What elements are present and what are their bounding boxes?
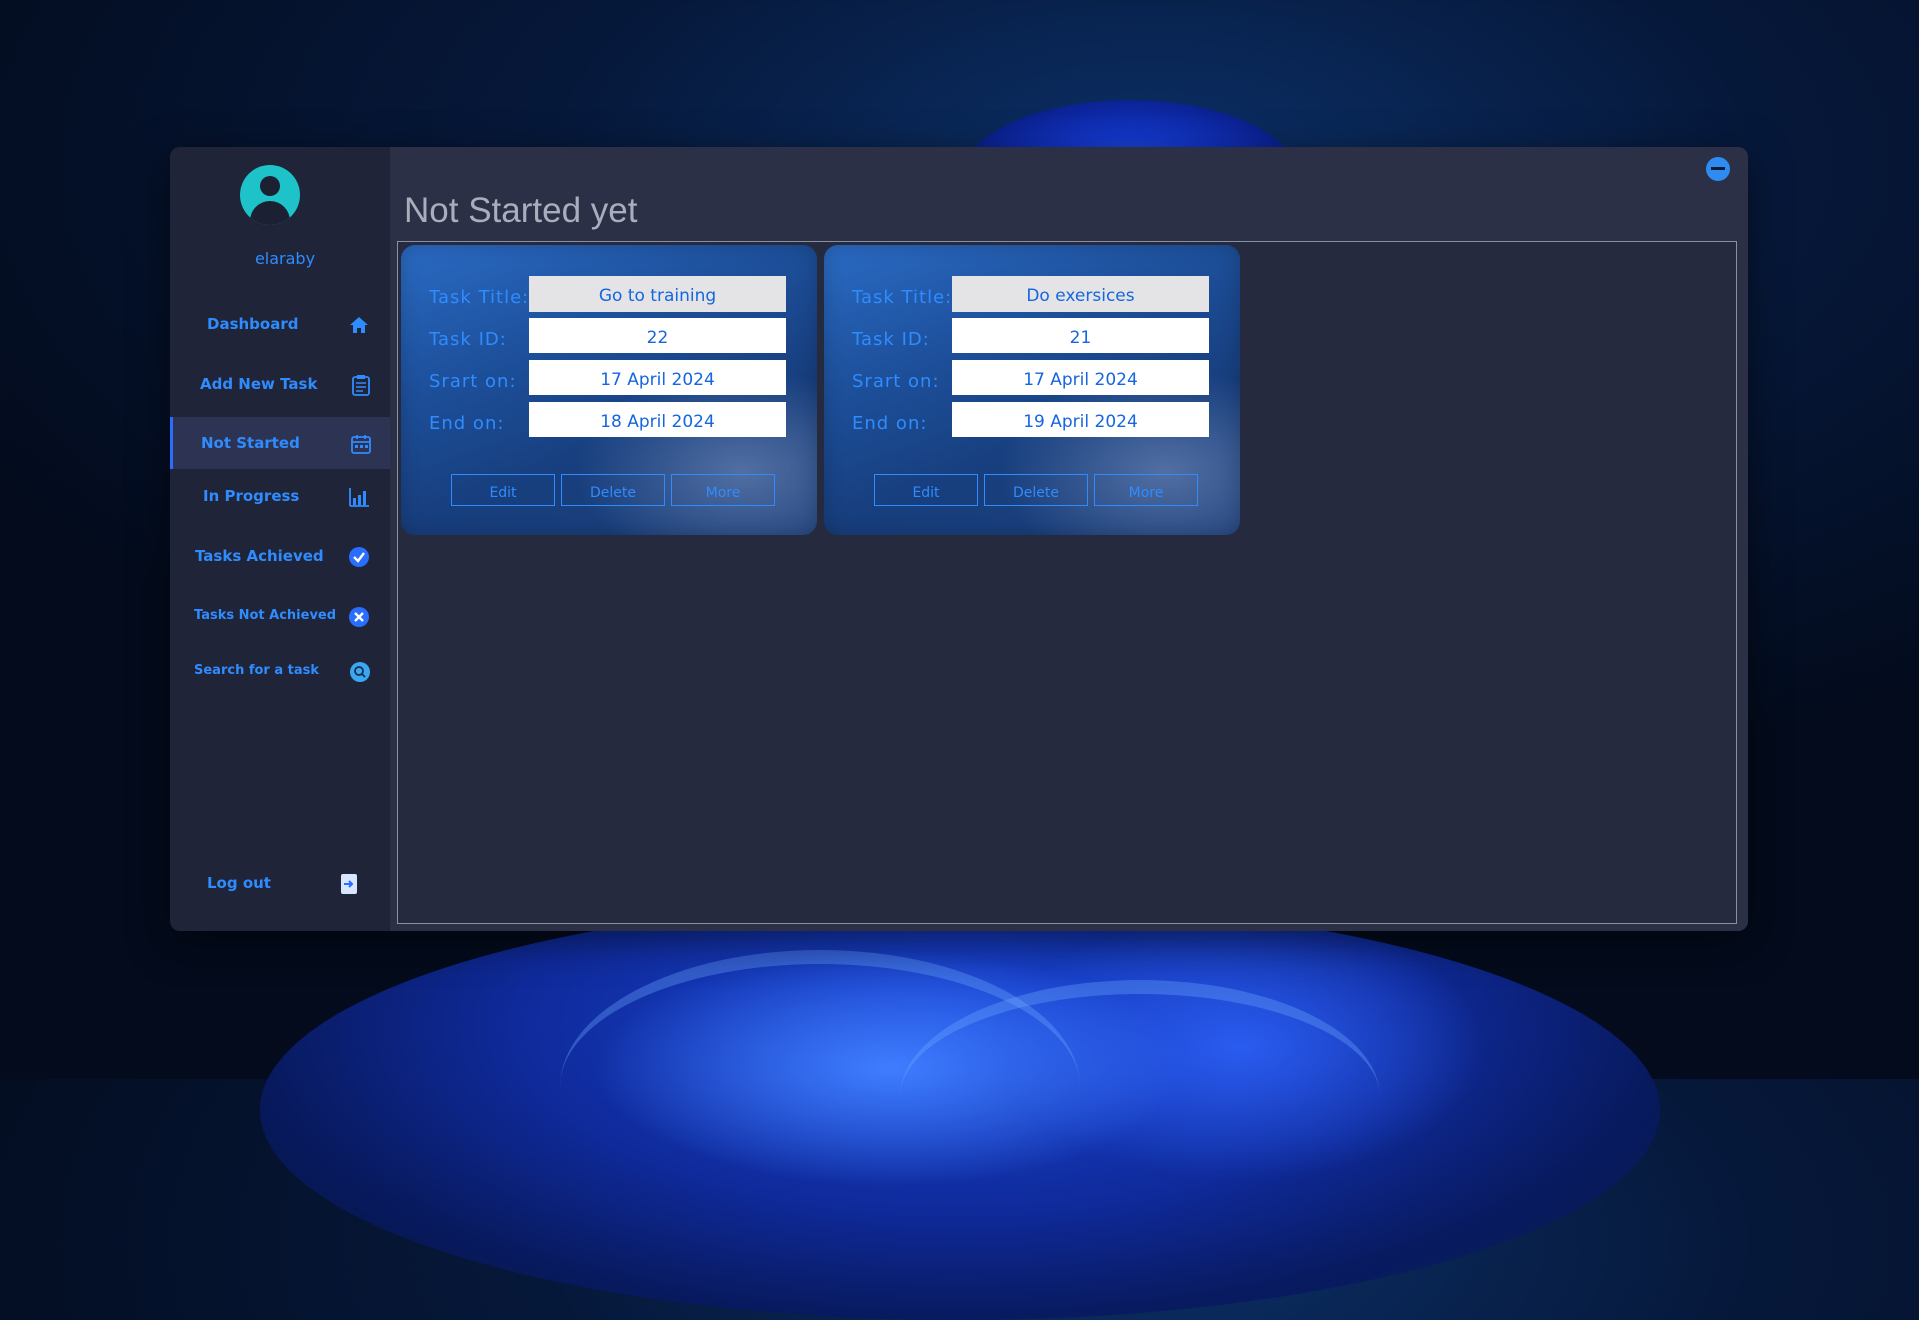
task-title-label: Task Title: bbox=[429, 287, 530, 308]
task-title-field: Go to training bbox=[529, 276, 786, 312]
wallpaper-bloom-bottom bbox=[260, 900, 1660, 1320]
avatar-head bbox=[260, 176, 280, 196]
sidebar-item-add-new-task[interactable]: Add New Task bbox=[170, 358, 390, 410]
task-end-field: 19 April 2024 bbox=[952, 402, 1209, 437]
check-circle-icon bbox=[349, 547, 369, 567]
task-start-field: 17 April 2024 bbox=[952, 360, 1209, 395]
sidebar-item-search-for-a-task[interactable]: Search for a task bbox=[170, 645, 390, 697]
sidebar-item-not-started[interactable]: Not Started bbox=[170, 417, 393, 469]
edit-button[interactable]: Edit bbox=[874, 474, 978, 506]
task-start-field: 17 April 2024 bbox=[529, 360, 786, 395]
logout-icon bbox=[341, 874, 357, 894]
task-start-label: Srart on: bbox=[852, 371, 940, 392]
avatar bbox=[240, 165, 300, 225]
sidebar-item-label: Tasks Not Achieved bbox=[194, 608, 337, 623]
sidebar-item-label: Add New Task bbox=[200, 375, 318, 393]
minimize-button[interactable] bbox=[1706, 157, 1730, 181]
sidebar-item-dashboard[interactable]: Dashboard bbox=[170, 298, 390, 350]
calendar-icon bbox=[351, 435, 371, 454]
delete-button[interactable]: Delete bbox=[984, 474, 1088, 506]
sidebar-item-label: Dashboard bbox=[207, 315, 299, 333]
sidebar-item-label: In Progress bbox=[203, 487, 300, 505]
clipboard-icon bbox=[352, 375, 370, 396]
task-id-label: Task ID: bbox=[429, 329, 507, 350]
search-icon bbox=[350, 662, 370, 682]
task-end-label: End on: bbox=[429, 413, 505, 434]
username: elaraby bbox=[254, 249, 316, 268]
avatar-body bbox=[250, 201, 290, 225]
task-id-label: Task ID: bbox=[852, 329, 930, 350]
more-button[interactable]: More bbox=[671, 474, 775, 506]
task-panel: Task Title: Go to training Task ID: 22 S… bbox=[397, 241, 1737, 924]
chart-icon bbox=[349, 488, 369, 507]
task-end-field: 18 April 2024 bbox=[529, 402, 786, 437]
task-title-label: Task Title: bbox=[852, 287, 953, 308]
logout-button[interactable]: Log out bbox=[170, 857, 390, 909]
task-id-field: 22 bbox=[529, 318, 786, 353]
task-card: Task Title: Go to training Task ID: 22 S… bbox=[401, 245, 817, 535]
sidebar: elaraby Dashboard Add New Task Not Start… bbox=[170, 147, 393, 931]
task-card: Task Title: Do exersices Task ID: 21 Sra… bbox=[824, 245, 1240, 535]
wallpaper-stripe bbox=[560, 950, 1080, 1224]
sidebar-item-in-progress[interactable]: In Progress bbox=[170, 470, 390, 522]
delete-button[interactable]: Delete bbox=[561, 474, 665, 506]
wallpaper-stripe bbox=[900, 980, 1380, 1214]
sidebar-item-tasks-not-achieved[interactable]: Tasks Not Achieved bbox=[170, 590, 390, 642]
main-content: Not Started yet Task Title: Go to traini… bbox=[390, 147, 1748, 931]
sidebar-item-label: Tasks Achieved bbox=[195, 547, 324, 565]
logout-label: Log out bbox=[207, 874, 271, 892]
x-circle-icon bbox=[349, 607, 369, 627]
home-icon bbox=[350, 317, 368, 333]
app-window: elaraby Dashboard Add New Task Not Start… bbox=[170, 147, 1748, 931]
more-button[interactable]: More bbox=[1094, 474, 1198, 506]
sidebar-item-label: Search for a task bbox=[194, 663, 320, 678]
page-title: Not Started yet bbox=[404, 191, 638, 230]
edit-button[interactable]: Edit bbox=[451, 474, 555, 506]
task-title-field: Do exersices bbox=[952, 276, 1209, 312]
sidebar-item-tasks-achieved[interactable]: Tasks Achieved bbox=[170, 530, 390, 582]
sidebar-item-label: Not Started bbox=[201, 434, 300, 452]
task-id-field: 21 bbox=[952, 318, 1209, 353]
task-start-label: Srart on: bbox=[429, 371, 517, 392]
task-end-label: End on: bbox=[852, 413, 928, 434]
